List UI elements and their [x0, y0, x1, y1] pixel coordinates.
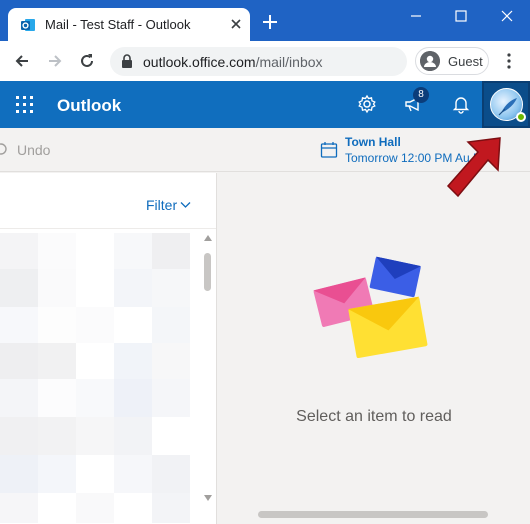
- undo-icon[interactable]: [0, 142, 8, 156]
- app-launcher-icon[interactable]: [16, 96, 33, 113]
- address-bar[interactable]: outlook.office.com/mail/inbox: [110, 47, 407, 76]
- new-tab-plus-icon[interactable]: [262, 14, 278, 30]
- lock-icon: [122, 54, 132, 68]
- red-pointer-arrow-icon: [446, 137, 501, 198]
- reading-pane: Select an item to read: [218, 173, 530, 524]
- browser-toolbar: outlook.office.com/mail/inbox Guest: [0, 41, 530, 81]
- browser-tab-title: Mail - Test Staff - Outlook: [45, 17, 191, 32]
- maximize-window-icon[interactable]: [451, 6, 471, 26]
- reload-icon[interactable]: [78, 52, 96, 70]
- notification-count-badge: 8: [413, 87, 429, 103]
- back-arrow-icon[interactable]: [13, 52, 31, 70]
- url-host: outlook.office.com: [143, 54, 256, 70]
- browser-tab-strip: Mail - Test Staff - Outlook: [0, 0, 530, 41]
- message-list-scrollbar[interactable]: [200, 233, 216, 503]
- close-window-icon[interactable]: [497, 6, 517, 26]
- message-list: Filter: [0, 173, 217, 524]
- upcoming-event-title[interactable]: Town Hall: [345, 135, 401, 149]
- outlook-header: Outlook 8: [0, 81, 530, 128]
- horizontal-scrollbar-thumb[interactable]: [258, 511, 488, 518]
- forward-arrow-icon[interactable]: [46, 52, 64, 70]
- scrollbar-thumb[interactable]: [204, 253, 211, 291]
- list-divider: [0, 228, 216, 229]
- url-text: outlook.office.com/mail/inbox: [143, 54, 323, 70]
- settings-icon[interactable]: [357, 94, 377, 114]
- browser-menu-icon[interactable]: [500, 52, 518, 70]
- chevron-down-icon[interactable]: [180, 201, 191, 209]
- guest-avatar-icon: [420, 51, 440, 71]
- envelopes-illustration-icon: [313, 256, 428, 359]
- filter-button[interactable]: Filter: [146, 197, 177, 213]
- calendar-icon: [320, 142, 338, 158]
- reading-pane-horizontal-scrollbar[interactable]: [258, 511, 498, 519]
- outlook-logo-icon: [21, 19, 35, 31]
- url-path: /mail/inbox: [255, 54, 323, 70]
- close-tab-icon[interactable]: [228, 16, 244, 32]
- minimize-window-icon[interactable]: [406, 6, 426, 26]
- bell-icon[interactable]: [451, 94, 471, 114]
- presence-available-icon: [516, 112, 526, 122]
- empty-reading-pane-message: Select an item to read: [296, 408, 452, 425]
- account-manager-button[interactable]: [482, 81, 530, 128]
- blurred-message-items: [0, 233, 200, 523]
- outlook-brand[interactable]: Outlook: [57, 96, 121, 116]
- profile-label: Guest: [448, 54, 483, 69]
- scroll-down-arrow-icon[interactable]: [204, 495, 212, 501]
- undo-button[interactable]: Undo: [17, 142, 50, 158]
- scroll-up-arrow-icon[interactable]: [204, 235, 212, 241]
- profile-button[interactable]: Guest: [415, 47, 489, 75]
- browser-tab-mail[interactable]: Mail - Test Staff - Outlook: [8, 8, 250, 41]
